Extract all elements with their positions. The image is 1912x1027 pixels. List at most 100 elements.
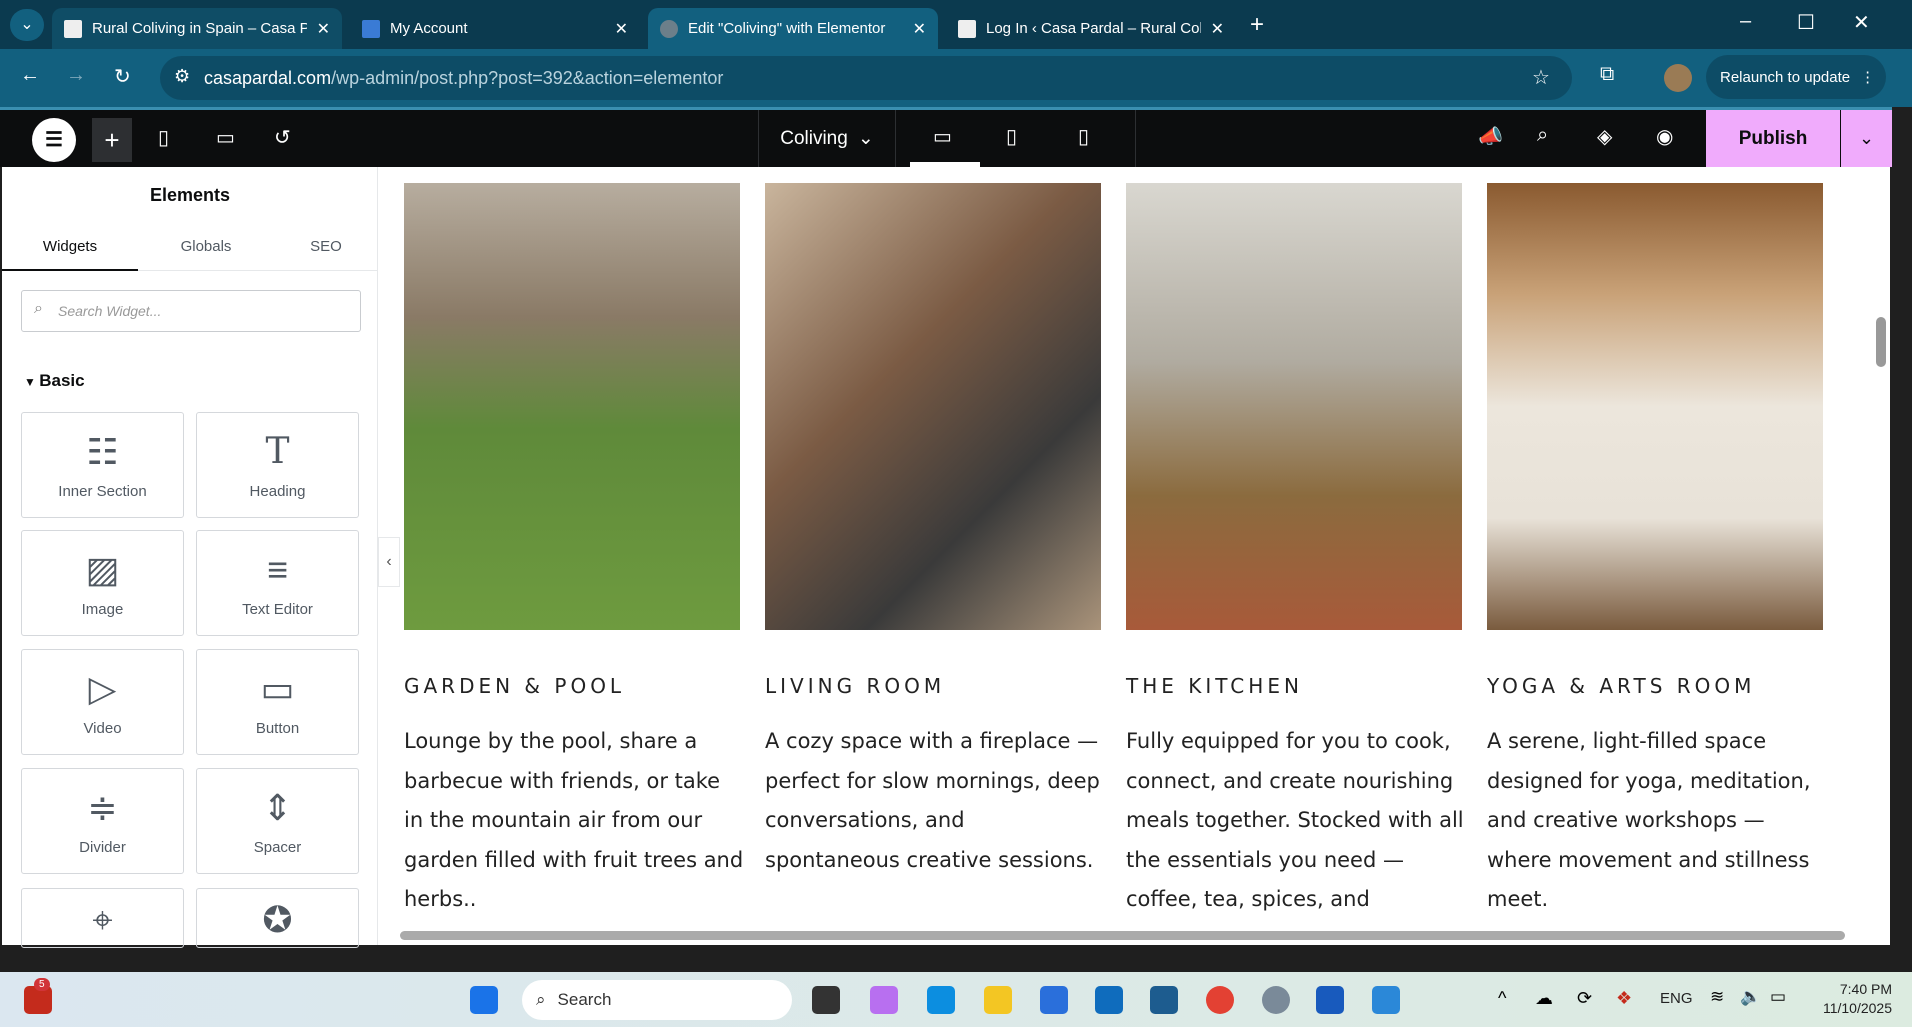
editor-canvas: ‹ GARDEN & POOL LIVING ROOM THE KITCHEN … [378,167,1890,945]
text-editor-icon: ≡ [266,549,288,590]
card-text: Lounge by the pool, share a barbecue wit… [404,729,744,911]
search-icon: ⌕ [536,990,546,1009]
taskbar-search[interactable]: ⌕ Search [522,980,792,1020]
word-icon[interactable] [1316,986,1344,1014]
star-icon[interactable]: ☆ [1532,65,1550,90]
tab-seo[interactable]: SEO [274,227,378,271]
windows-start-icon[interactable] [470,986,498,1014]
tab-globals[interactable]: Globals [138,227,274,271]
edge-icon[interactable] [927,986,955,1014]
tab-elementor[interactable]: Edit "Coliving" with Elementor ✕ [648,8,938,49]
close-icon[interactable]: ✕ [913,19,926,39]
chevron-down-icon: ⌄ [857,128,874,149]
clock[interactable]: 7:40 PM 11/10/2025 [1800,980,1892,1018]
tab-my-account[interactable]: My Account ✕ [350,8,640,49]
yoga-room-photo [1487,183,1823,630]
wordpress-icon [660,19,678,38]
vertical-scrollbar[interactable] [1876,317,1886,367]
widget-icon[interactable]: ✪ [196,888,359,948]
widget-heading[interactable]: T Heading [196,412,359,518]
outlook-icon[interactable] [1095,986,1123,1014]
close-icon[interactable]: ✕ [317,19,330,39]
widget-divider[interactable]: ≑ Divider [21,768,184,874]
mobile-view-icon[interactable]: ▯ [1078,124,1089,149]
card-text: A serene, light-filled space designed fo… [1487,729,1811,911]
spacer-icon: ⇕ [262,787,293,828]
elementor-logo-icon[interactable]: ☰ [32,118,76,162]
avatar[interactable] [1664,64,1692,92]
copilot-icon[interactable] [870,986,898,1014]
preview-eye-icon[interactable]: ◉ [1656,124,1673,149]
tab-widgets[interactable]: Widgets [2,227,138,271]
comments-icon[interactable]: ▭ [216,125,235,150]
history-icon[interactable]: ↺ [274,125,291,150]
structure-layers-icon[interactable]: ◈ [1597,124,1612,149]
language-indicator[interactable]: ENG [1660,990,1693,1007]
tab-search-button[interactable]: ⌄ [10,9,44,41]
widget-button[interactable]: ▭ Button [196,649,359,755]
reload-icon[interactable]: ↻ [114,64,131,89]
chrome-icon[interactable] [1206,986,1234,1014]
widget-image[interactable]: ▨ Image [21,530,184,636]
minimize-icon[interactable]: – [1740,10,1751,33]
desktop-view-icon[interactable]: ▭ [933,124,952,149]
widget-video[interactable]: ▷ Video [21,649,184,755]
sync-icon[interactable]: ⟳ [1577,988,1592,1009]
search-icon[interactable]: ⌕ [1537,124,1548,147]
living-room-photo [765,183,1101,630]
dropbox-icon[interactable]: ❖ [1616,988,1632,1009]
widget-text-editor[interactable]: ≡ Text Editor [196,530,359,636]
card-text: A cozy space with a fireplace — perfect … [765,729,1100,872]
menu-icon: ⋮ [1860,69,1876,86]
panel-title: Elements [149,185,231,205]
publish-button[interactable]: Publish [1706,110,1840,167]
page-settings-icon[interactable]: ▯ [158,125,169,150]
columns-icon: ☷ [86,431,119,472]
onedrive-icon[interactable]: ☁ [1535,988,1553,1009]
card-title: LIVING ROOM [765,674,946,698]
maximize-icon[interactable]: ☐ [1797,10,1815,35]
search-widget-input[interactable]: ⌕ Search Widget... [21,290,361,332]
widget-google-maps[interactable]: ⌖ [21,888,184,948]
site-settings-icon[interactable]: ⚙ [174,66,190,87]
relaunch-button[interactable]: Relaunch to update ⋮ [1706,55,1886,99]
panel-tabs: Widgets Globals SEO [2,227,378,271]
notification-badge: 5 [34,978,50,991]
app-icon[interactable] [1150,986,1178,1014]
notifications-icon[interactable]: 📣 [1478,124,1503,149]
elements-panel: Elements Widgets Globals SEO ⌕ Search Wi… [2,167,378,948]
back-icon[interactable]: ← [20,64,40,87]
page-selector[interactable]: Coliving ⌄ [758,110,896,167]
add-element-button[interactable]: + [92,118,132,162]
widget-inner-section[interactable]: ☷ Inner Section [21,412,184,518]
button-icon: ▭ [260,668,295,709]
publish-options-chevron-icon[interactable]: ⌄ [1841,110,1892,167]
forward-icon[interactable]: → [66,64,86,87]
kitchen-photo [1126,183,1462,630]
task-view-icon[interactable] [812,986,840,1014]
extensions-icon[interactable]: ⧉ [1600,63,1614,86]
new-tab-icon[interactable]: + [1250,11,1264,39]
volume-icon[interactable]: 🔈 [1740,987,1761,1007]
search-icon: ⌕ [34,300,43,317]
close-icon[interactable]: ✕ [615,19,628,39]
settings-icon[interactable] [1262,986,1290,1014]
wifi-icon[interactable]: ≋ [1710,987,1724,1007]
app-icon[interactable] [1372,986,1400,1014]
close-window-icon[interactable]: ✕ [1853,10,1870,35]
horizontal-scrollbar[interactable] [400,931,1845,940]
tab-login[interactable]: Log In ‹ Casa Pardal – Rural Coliving✕ [946,8,1236,49]
section-basic-toggle[interactable]: ▼ Basic [24,371,85,391]
store-icon[interactable] [1040,986,1068,1014]
chevron-up-icon[interactable]: ^ [1498,988,1506,1009]
tab-rural-coliving[interactable]: Rural Coliving in Spain – Casa Pardal✕ [52,8,342,49]
page-icon [958,19,976,38]
divider-icon: ≑ [87,787,118,828]
battery-icon[interactable]: ▭ [1770,987,1786,1007]
collapse-panel-icon[interactable]: ‹ [378,537,400,587]
file-explorer-icon[interactable] [984,986,1012,1014]
tablet-view-icon[interactable]: ▯ [1006,124,1017,149]
close-icon[interactable]: ✕ [1211,19,1224,39]
url-input[interactable]: casapardal.com/wp-admin/post.php?post=39… [160,56,1572,100]
widget-spacer[interactable]: ⇕ Spacer [196,768,359,874]
